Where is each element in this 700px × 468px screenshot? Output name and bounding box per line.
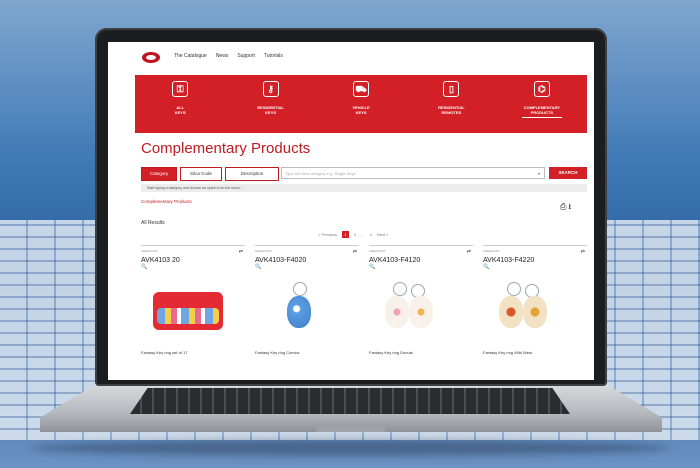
category-residential-keys[interactable]: ⚷ RESIDENTIAL KEYS [225,75,315,133]
pager-page-2[interactable]: 2 [354,232,356,237]
product-card[interactable]: CHECKOUT ⇄ AVK4103-F4220 🔍 Fantasy Key r… [483,245,587,380]
compare-icon[interactable]: ⇄ [239,249,243,255]
pager-ellipsis: ... [361,232,365,237]
product-code[interactable]: AVK4103-F4220 [483,257,587,264]
category-bar: ⚿ ALL KEYS ⚷ RESIDENTIAL KEYS ⛟ VEHICLE KEY… [135,75,587,133]
laptop-keyboard [130,388,570,414]
product-meta: CHECKOUT [255,249,272,253]
chevron-down-icon[interactable]: ▾ [538,168,540,180]
laptop-shadow [30,440,670,456]
product-image[interactable] [493,282,573,338]
product-image[interactable] [151,282,231,338]
product-card[interactable]: CHECKOUT ⇄ AVK4103-F4020 🔍 Fantasy Key r… [255,245,359,380]
silca-code-filter-button[interactable]: Silca Code [180,167,222,181]
top-nav: The Catalogue News Support Tutorials [174,53,283,59]
product-card[interactable]: CHECKOUT ⇄ AVK4103 20 🔍 Fantasy Key ring… [141,245,245,380]
breadcrumb[interactable]: Complementary Products [141,199,192,204]
search-button[interactable]: SEARCH [549,167,587,179]
category-residential-remotes[interactable]: ▯ RESIDENTIAL REMOTES [406,75,496,133]
nav-link-support[interactable]: Support [237,53,255,59]
zoom-icon[interactable]: 🔍 [255,264,359,270]
category-label: KEYS [265,110,277,115]
product-meta: CHECKOUT [369,249,386,253]
product-meta: CHECKOUT [483,249,500,253]
product-code[interactable]: AVK4103-F4120 [369,257,473,264]
compare-icon[interactable]: ⇄ [581,249,585,255]
search-input[interactable]: Type the item category e.g. Single Keys … [281,167,545,179]
product-meta: CHECKOUT [141,249,158,253]
category-label: PRODUCTS [530,110,554,115]
silca-logo[interactable] [142,52,160,63]
laptop-trackpad [316,426,386,432]
page-tools: ⎙⭳ [560,201,573,215]
search-hint: Start typing a category and choose an op… [141,184,587,192]
nav-link-catalogue[interactable]: The Catalogue [174,53,207,59]
key-icon: ⚷ [262,81,279,97]
category-label: REMOTES [441,110,462,115]
product-image[interactable] [379,282,459,338]
filter-row: Category Silca Code Description Type the… [141,167,587,181]
category-complementary-products[interactable]: ⌬ COMPLEMENTARY PRODUCTS [497,75,587,133]
category-all-keys[interactable]: ⚿ ALL KEYS [135,75,225,133]
category-label: KEYS [355,110,367,115]
category-filter-button[interactable]: Category [141,167,177,181]
nav-link-news[interactable]: News [216,53,229,59]
category-vehicle-keys[interactable]: ⛟ VEHICLE KEYS [316,75,406,133]
compare-icon[interactable]: ⇄ [467,249,471,255]
pager-last[interactable]: 4 [370,232,372,237]
download-icon[interactable]: ⭳ [568,202,573,211]
browser-screen: The Catalogue News Support Tutorials ⚿ A… [108,42,594,380]
product-name[interactable]: Fantasy Key ring set of 17 [141,350,187,355]
product-grid: CHECKOUT ⇄ AVK4103 20 🔍 Fantasy Key ring… [141,245,587,380]
product-name[interactable]: Fantasy Key ring Donuts [369,350,413,355]
results-label: All Results [141,220,165,226]
product-name[interactable]: Fantasy Key ring Wild West [483,350,532,355]
remote-icon: ▯ [443,81,460,97]
car-icon: ⛟ [353,81,370,97]
page-title: Complementary Products [141,140,311,157]
accessory-icon: ⌬ [533,81,550,97]
zoom-icon[interactable]: 🔍 [141,264,245,270]
pager-previous[interactable]: < Previous [318,232,337,237]
pagination: < Previous 1 2 ... 4 Next > [318,231,389,238]
product-code[interactable]: AVK4103 20 [141,257,245,264]
compare-icon[interactable]: ⇄ [353,249,357,255]
pager-current[interactable]: 1 [342,231,350,238]
nav-link-tutorials[interactable]: Tutorials [264,53,283,59]
product-code[interactable]: AVK4103-F4020 [255,257,359,264]
zoom-icon[interactable]: 🔍 [369,264,473,270]
product-name[interactable]: Fantasy Key ring Comics [255,350,299,355]
category-label: KEYS [174,110,186,115]
description-filter-button[interactable]: Description [225,167,279,181]
product-image[interactable] [265,282,345,338]
product-card[interactable]: CHECKOUT ⇄ AVK4103-F4120 🔍 Fantasy Key r… [369,245,473,380]
pager-next[interactable]: Next > [377,232,389,237]
search-placeholder: Type the item category e.g. Single Keys [285,171,356,176]
keys-icon: ⚿ [172,81,189,97]
zoom-icon[interactable]: 🔍 [483,264,587,270]
